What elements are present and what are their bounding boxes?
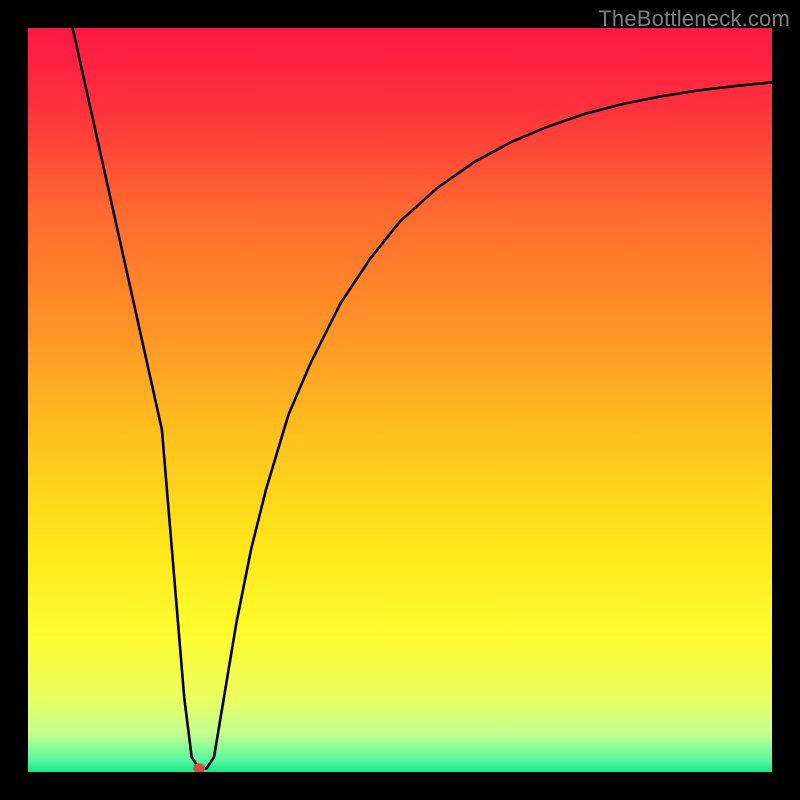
watermark-text: TheBottleneck.com (598, 6, 790, 32)
plot-area (28, 28, 772, 772)
chart-frame: TheBottleneck.com (0, 0, 800, 800)
bottleneck-curve (73, 28, 772, 768)
optimum-marker (193, 763, 205, 772)
curve-layer (28, 28, 772, 772)
